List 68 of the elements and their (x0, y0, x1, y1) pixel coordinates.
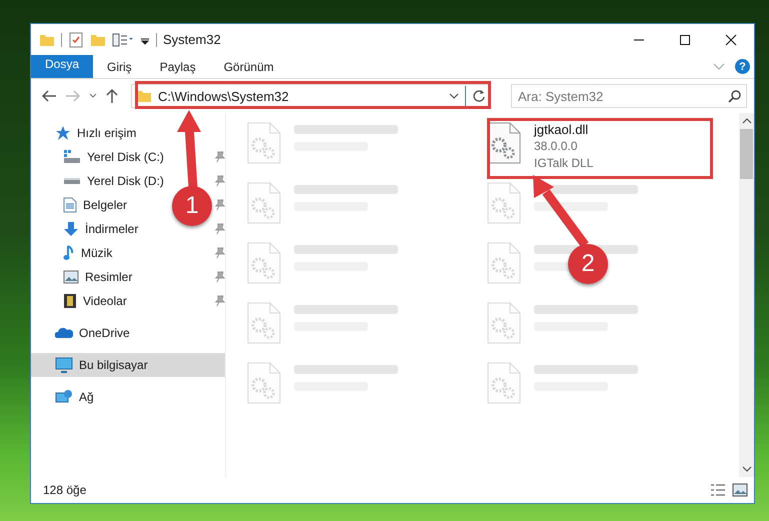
picture-icon (63, 270, 79, 284)
ribbon-tab[interactable]: Giriş (93, 55, 146, 78)
large-icons-view-icon[interactable] (732, 483, 748, 497)
ribbon-tab[interactable]: Paylaş (146, 55, 210, 78)
sidebar-item[interactable]: Videolar (31, 289, 133, 313)
forward-arrow-icon[interactable] (65, 89, 81, 103)
window-title: System32 (163, 32, 221, 47)
scrollbar-thumb[interactable] (740, 129, 753, 179)
refresh-icon[interactable] (472, 89, 486, 103)
file-detail: 38.0.0.0 (534, 138, 578, 155)
ribbon-tab[interactable]: Dosya (31, 55, 94, 78)
gear-file-icon (486, 241, 522, 285)
address-bar[interactable]: C:\Windows\System32 (131, 84, 491, 108)
gear-file-icon (246, 121, 282, 165)
file-name: jgtkaol.dll (534, 121, 590, 138)
sidebar-item[interactable]: Ağ (31, 385, 100, 409)
gear-file-icon (246, 361, 282, 405)
gear-file-icon (246, 241, 282, 285)
sidebar-item[interactable]: Resimler (31, 265, 138, 289)
sidebar-item[interactable]: OneDrive (31, 321, 136, 345)
folder-icon (136, 88, 152, 104)
chevron-down-icon[interactable] (449, 92, 459, 100)
sidebar-item[interactable]: İndirmeler (31, 217, 144, 241)
download-arrow-icon (63, 221, 79, 237)
drive-icon (63, 149, 81, 165)
star-icon (55, 125, 71, 141)
pin-icon[interactable] (215, 175, 225, 187)
caret-down-icon[interactable] (89, 93, 97, 99)
monitor-icon (55, 357, 73, 373)
address-path: C:\Windows\System32 (158, 88, 290, 104)
checklist-icon[interactable] (68, 32, 84, 48)
scrollbar[interactable] (739, 113, 754, 477)
file-item[interactable]: jgtkaol.dll 38.0.0.0 IGTalk DLL (486, 119, 594, 172)
sidebar-item[interactable]: Müzik (31, 241, 118, 265)
film-icon (63, 293, 77, 309)
scroll-down-icon[interactable] (742, 465, 752, 473)
properties-icon[interactable] (112, 32, 134, 48)
pin-icon[interactable] (215, 223, 225, 235)
close-icon (725, 34, 737, 46)
gear-file-icon (246, 301, 282, 345)
sidebar-item[interactable]: Hızlı erişim (31, 121, 142, 145)
network-icon (55, 389, 73, 405)
file-detail: IGTalk DLL (534, 155, 594, 172)
sidebar-item[interactable]: Bu bilgisayar (31, 353, 225, 377)
gear-file-icon (486, 301, 522, 345)
item-count: 128 öğe (43, 483, 86, 497)
document-icon (63, 197, 77, 213)
pin-icon[interactable] (215, 271, 225, 283)
music-note-icon (63, 245, 75, 261)
cloud-icon (55, 327, 73, 339)
gear-file-icon (246, 181, 282, 225)
sidebar-item[interactable]: Yerel Disk (D:) (31, 169, 170, 193)
ribbon-tab[interactable]: Görünüm (210, 55, 288, 78)
back-arrow-icon[interactable] (41, 89, 57, 103)
pin-icon[interactable] (215, 199, 225, 211)
pin-icon[interactable] (215, 247, 225, 259)
details-view-icon[interactable] (710, 483, 726, 497)
sidebar-item[interactable]: Belgeler (31, 193, 134, 217)
gear-file-icon (486, 181, 522, 225)
up-arrow-icon[interactable] (105, 88, 119, 104)
drive-icon (63, 177, 81, 185)
pin-icon[interactable] (215, 295, 225, 307)
pin-icon[interactable] (215, 151, 225, 163)
scroll-up-icon[interactable] (742, 117, 752, 125)
gear-file-icon (486, 361, 522, 405)
sidebar-item[interactable]: Yerel Disk (C:) (31, 145, 170, 169)
maximize-icon (679, 34, 691, 46)
help-button[interactable]: ? (735, 59, 750, 74)
